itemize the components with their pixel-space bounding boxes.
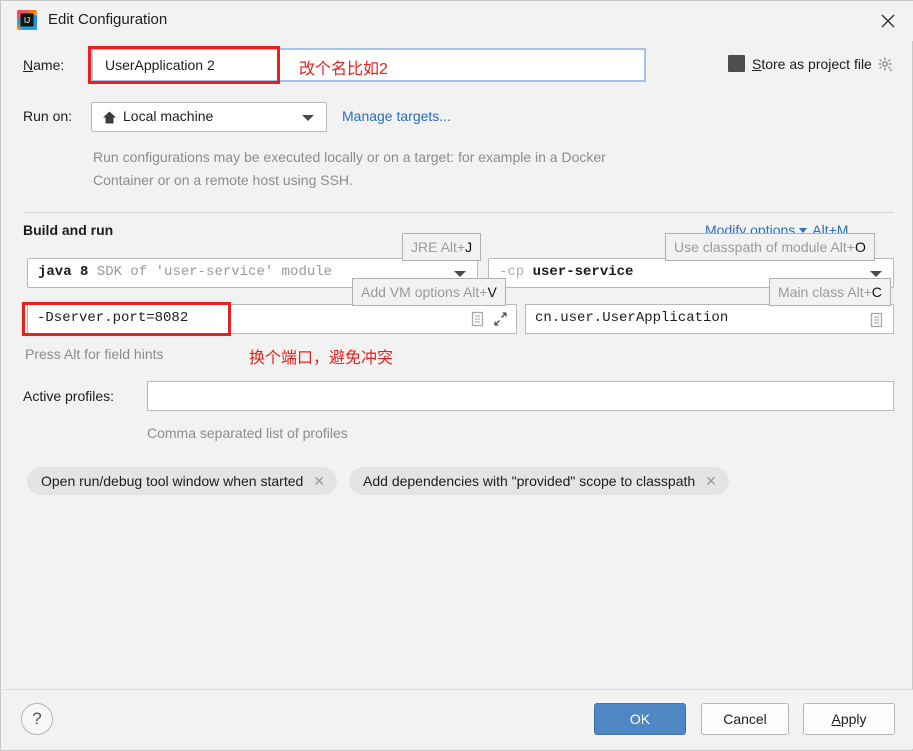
name-label: Name:: [23, 57, 65, 73]
classpath-value: -cp user-service: [499, 264, 633, 280]
store-as-project-file-checkbox[interactable]: Store as project file: [728, 55, 872, 72]
ok-button[interactable]: OK: [594, 703, 686, 735]
expand-icon[interactable]: [493, 311, 508, 330]
field-hint: Press Alt for field hints: [25, 346, 164, 362]
checkbox-box: [728, 55, 745, 72]
apply-button[interactable]: Apply: [803, 703, 895, 735]
tooltip-classpath: Use classpath of module Alt+ O: [665, 233, 875, 261]
tooltip-jre-mnemonic: J: [465, 239, 473, 255]
chip-open-run-debug-tool-window[interactable]: Open run/debug tool window when started …: [27, 467, 338, 495]
classpath-module: user-service: [532, 264, 634, 280]
store-as-project-file-label: Store as project file: [752, 55, 872, 72]
vm-options-value: -Dserver.port=8082: [37, 310, 189, 326]
active-profiles-input[interactable]: [147, 381, 894, 411]
divider: [23, 212, 894, 213]
close-icon[interactable]: ✕: [313, 473, 325, 490]
chevron-down-icon: [302, 115, 314, 121]
document-icon[interactable]: [869, 312, 884, 331]
chip-label: Open run/debug tool window when started: [41, 473, 304, 489]
svg-text:IJ: IJ: [24, 16, 30, 25]
vm-options-icons: [470, 311, 508, 330]
document-icon[interactable]: [470, 311, 485, 330]
option-chips: Open run/debug tool window when started …: [27, 467, 729, 495]
chevron-down-icon: [870, 271, 882, 277]
run-on-label: Run on:: [23, 108, 73, 124]
close-icon[interactable]: [876, 9, 900, 33]
run-on-value: Local machine: [123, 108, 214, 124]
tooltip-classpath-text: Use classpath of module Alt+: [674, 239, 855, 255]
main-class-value: cn.user.UserApplication: [535, 310, 729, 326]
vm-options-input[interactable]: -Dserver.port=8082: [27, 304, 517, 334]
gear-icon[interactable]: [878, 57, 894, 73]
tooltip-jre: JRE Alt+ J: [402, 233, 482, 261]
tooltip-main-mnemonic: C: [871, 284, 882, 300]
chip-label: Add dependencies with "provided" scope t…: [363, 473, 696, 489]
main-class-input[interactable]: cn.user.UserApplication: [525, 304, 894, 334]
jre-value-bold: java 8: [38, 264, 89, 280]
tooltip-vm-options: Add VM options Alt+ V: [352, 278, 506, 306]
jre-value-gray: SDK of 'user-service' module: [96, 264, 333, 280]
tooltip-vm-mnemonic: V: [487, 284, 497, 300]
intellij-idea-icon: IJ: [17, 10, 37, 30]
run-on-description: Run configurations may be executed local…: [93, 149, 606, 188]
active-profiles-label: Active profiles:: [23, 388, 115, 404]
manage-targets-link[interactable]: Manage targets...: [342, 108, 451, 124]
help-button[interactable]: ?: [21, 703, 53, 735]
active-profiles-hint: Comma separated list of profiles: [147, 425, 348, 441]
run-on-dropdown[interactable]: Local machine: [91, 102, 327, 132]
chevron-down-icon: [454, 271, 466, 277]
title-bar: IJ Edit Configuration: [1, 1, 913, 41]
vm-options-annotation: 换个端口，避免冲突: [249, 350, 394, 367]
tooltip-main-class: Main class Alt+ C: [769, 278, 891, 306]
tooltip-vm-text: Add VM options Alt+: [361, 284, 488, 300]
apply-rest: pply: [840, 711, 867, 727]
home-icon: [102, 110, 117, 125]
tooltip-main-text: Main class Alt+: [778, 284, 872, 300]
jre-value: java 8 SDK of 'user-service' module: [38, 264, 332, 280]
build-and-run-heading: Build and run: [23, 222, 114, 238]
chip-add-provided-dependencies[interactable]: Add dependencies with "provided" scope t…: [349, 467, 729, 495]
tooltip-classpath-mnemonic: O: [854, 239, 866, 255]
cancel-button[interactable]: Cancel: [701, 703, 789, 735]
edit-configuration-dialog: IJ Edit Configuration Name: UserApplicat…: [0, 0, 913, 751]
apply-mnemonic: A: [831, 711, 841, 727]
name-input-value: UserApplication 2: [105, 57, 215, 73]
window-title: Edit Configuration: [48, 11, 168, 28]
close-icon[interactable]: ✕: [705, 473, 717, 490]
name-annotation: 改个名比如2: [299, 61, 388, 78]
dialog-footer: ? OK Cancel Apply: [2, 689, 913, 749]
tooltip-jre-text: JRE Alt+: [411, 239, 466, 255]
